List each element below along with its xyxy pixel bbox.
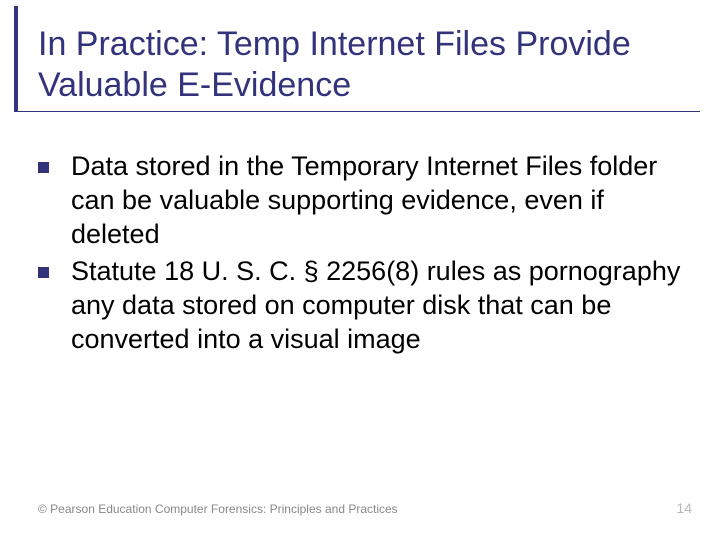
page-number: 14 [676,500,692,516]
slide-title: In Practice: Temp Internet Files Provide… [38,24,700,106]
square-bullet-icon [38,162,49,173]
bullet-text: Statute 18 U. S. C. § 2256(8) rules as p… [71,255,690,356]
list-item: Data stored in the Temporary Internet Fi… [38,150,690,251]
slide-body: Data stored in the Temporary Internet Fi… [38,150,690,361]
list-item: Statute 18 U. S. C. § 2256(8) rules as p… [38,255,690,356]
square-bullet-icon [38,267,49,278]
title-container: In Practice: Temp Internet Files Provide… [14,6,700,112]
bullet-text: Data stored in the Temporary Internet Fi… [71,150,690,251]
footer-copyright: © Pearson Education Computer Forensics: … [38,502,398,516]
